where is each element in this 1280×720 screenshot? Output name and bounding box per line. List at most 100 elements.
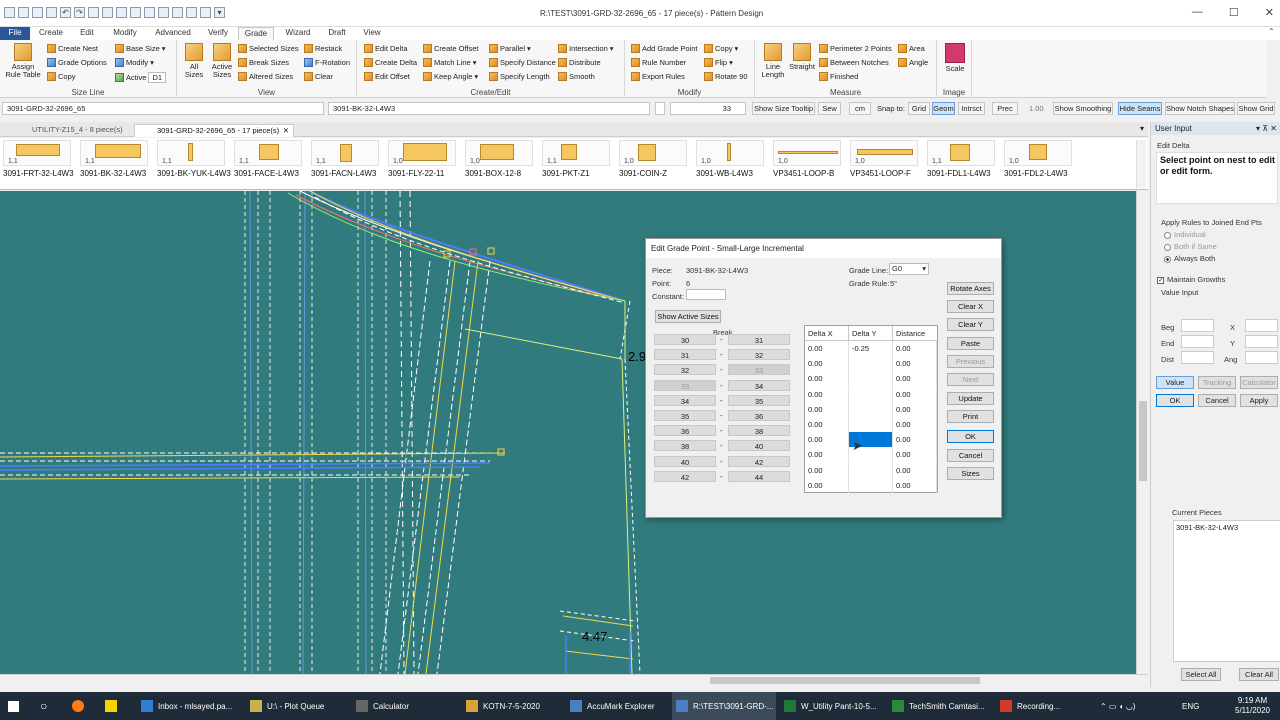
paste-button[interactable]: Paste [947, 337, 994, 350]
nest-name-field[interactable]: 3091-GRD-32-2696_65 [2, 102, 324, 115]
previous-button[interactable]: Previous [947, 355, 994, 368]
piece-thumbnail[interactable]: 1,0 VP3451-LOOP-F [847, 140, 919, 188]
altered-sizes-button[interactable]: Altered Sizes [238, 72, 293, 81]
keep-angle-button[interactable]: Keep Angle ▾ [423, 72, 478, 81]
break-to[interactable]: 36 [728, 410, 790, 421]
perimeter-2-points-button[interactable]: Perimeter 2 Points [819, 44, 892, 53]
value-tab[interactable]: Value [1156, 376, 1194, 389]
export-rules-button[interactable]: Export Rules [631, 72, 685, 81]
cell-dx[interactable]: 0.00 [805, 477, 849, 493]
rotate-90-button[interactable]: Rotate 90 [704, 72, 748, 81]
cell-dx[interactable]: 0.00 [805, 341, 849, 356]
taskbar-item[interactable]: TechSmith Camtasi... [888, 692, 992, 720]
taskbar-item[interactable]: KOTN-7-5-2020 [462, 692, 566, 720]
break-from[interactable]: 38 [654, 440, 716, 452]
break-from[interactable]: 35 [654, 410, 716, 421]
tabs-dropdown-icon[interactable]: ▾ [1140, 124, 1144, 133]
break-from[interactable]: 33 [654, 379, 716, 391]
prec-button[interactable]: Prec [992, 102, 1018, 115]
cell-dist[interactable]: 0.00 [893, 432, 937, 448]
add-grade-point-button[interactable]: Add Grade Point [631, 44, 697, 53]
taskbar-item[interactable]: Recording... [996, 692, 1100, 720]
show-size-tooltip-button[interactable]: Show Size Tooltip [752, 102, 815, 115]
tab-modify[interactable]: Modify [106, 27, 144, 40]
list-item[interactable]: 3091-BK-32-L4W3 [1174, 521, 1280, 534]
scale-button[interactable]: Scale [941, 43, 969, 73]
break-sizes-button[interactable]: Break Sizes [238, 58, 289, 67]
dist-input[interactable] [1181, 351, 1214, 364]
language-indicator[interactable]: ENG [1182, 692, 1199, 720]
new-icon[interactable] [4, 7, 15, 18]
break-to[interactable]: 40 [728, 440, 790, 452]
y-input[interactable] [1245, 335, 1278, 348]
assign-rule-table-button[interactable]: Assign Rule Table [4, 43, 42, 79]
break-from[interactable]: 32 [654, 364, 716, 376]
horizontal-scrollbar[interactable] [0, 674, 1148, 686]
selected-sizes-button[interactable]: Selected Sizes [238, 44, 299, 53]
measure-icon[interactable] [186, 7, 197, 18]
piece-thumbnail[interactable]: 1,0 3091-FLY-22-11 [385, 140, 457, 188]
break-to[interactable]: 34 [728, 379, 790, 391]
tab-advanced[interactable]: Advanced [150, 27, 196, 40]
break-from[interactable]: 42 [654, 470, 716, 482]
active-sizes-button[interactable]: Active Sizes [209, 43, 235, 79]
panel-ok-button[interactable]: OK [1156, 394, 1194, 407]
customize-icon[interactable]: ▾ [214, 7, 225, 18]
cell-dx[interactable]: 0.00 [805, 386, 849, 402]
smooth-button[interactable]: Smooth [558, 72, 595, 81]
constant-input[interactable] [686, 289, 726, 300]
break-from[interactable]: 34 [654, 394, 716, 406]
break-from[interactable]: 36 [654, 425, 716, 437]
active-size-value[interactable]: D1 [148, 72, 167, 83]
close-button[interactable]: ✕ [1265, 6, 1274, 19]
clear-all-button[interactable]: Clear All [1239, 668, 1279, 681]
rotate-axes-button[interactable]: Rotate Axes [947, 282, 994, 295]
tracking-tab[interactable]: Tracking [1198, 376, 1236, 389]
taskbar-item[interactable]: R:\TEST\3091-GRD-... [672, 692, 776, 720]
panel-apply-button[interactable]: Apply [1240, 394, 1278, 407]
maintain-growths-checkbox[interactable]: ✓ Maintain Growths [1157, 275, 1225, 284]
firefox-button[interactable] [72, 692, 84, 720]
edit-offset-button[interactable]: Edit Offset [364, 72, 410, 81]
straight-button[interactable]: Straight [787, 43, 817, 71]
start-button[interactable] [8, 692, 19, 720]
cell-dy[interactable] [849, 401, 893, 417]
show-smoothing-button[interactable]: Show Smoothing [1053, 102, 1113, 115]
cell-dist[interactable]: 0.00 [893, 386, 937, 402]
save-icon[interactable] [32, 7, 43, 18]
individual-radio[interactable]: Individual [1164, 230, 1206, 239]
finished-button[interactable]: Finished [819, 72, 858, 81]
show-grid-button[interactable]: Show Grid [1237, 102, 1275, 115]
taskbar-item[interactable]: U:\ - Plot Queue [246, 692, 350, 720]
zoom-icon[interactable] [102, 7, 113, 18]
ribbon-collapse-icon[interactable]: ⌃ [1268, 27, 1275, 36]
tray-icons[interactable]: ⌃ ▭ ◖ ◡) [1100, 692, 1135, 720]
cell-dy[interactable]: -0.25 [849, 341, 893, 356]
flip-button[interactable]: Flip ▾ [704, 58, 733, 67]
cancel-button[interactable]: Cancel [947, 449, 994, 462]
cell-dist[interactable]: 0.00 [893, 341, 937, 356]
piece-thumbnail[interactable]: 1,1 3091-FRT-32-L4W3 [0, 140, 74, 188]
size-select[interactable]: 33 [670, 102, 746, 115]
cell-dist[interactable]: 0.00 [893, 462, 937, 478]
size-toggle-checkbox[interactable] [655, 102, 665, 115]
distribute-button[interactable]: Distribute [558, 58, 601, 67]
open-icon[interactable] [18, 7, 29, 18]
vertical-scrollbar[interactable] [1136, 191, 1148, 674]
both-if-same-radio[interactable]: Both if Same [1164, 242, 1217, 251]
break-to[interactable]: 35 [728, 394, 790, 406]
always-both-radio[interactable]: Always Both [1164, 254, 1215, 263]
panel-cancel-button[interactable]: Cancel [1198, 394, 1236, 407]
print-button[interactable]: Print [947, 410, 994, 423]
cell-dx[interactable]: 0.00 [805, 432, 849, 448]
doc-tab-grd[interactable]: 3091-GRD-32-2696_65 - 17 piece(s) ✕ [134, 124, 294, 137]
ruler-icon[interactable] [158, 7, 169, 18]
cell-dist[interactable]: 0.00 [893, 371, 937, 387]
next-button[interactable]: Next [947, 373, 994, 386]
parallel-button[interactable]: Parallel ▾ [489, 44, 531, 53]
angle-button[interactable]: Angle [898, 58, 928, 67]
tab-grade[interactable]: Grade [238, 27, 274, 40]
calculator-tab[interactable]: Calculator [1240, 376, 1278, 389]
break-from[interactable]: 40 [654, 455, 716, 467]
grid-icon[interactable] [172, 7, 183, 18]
